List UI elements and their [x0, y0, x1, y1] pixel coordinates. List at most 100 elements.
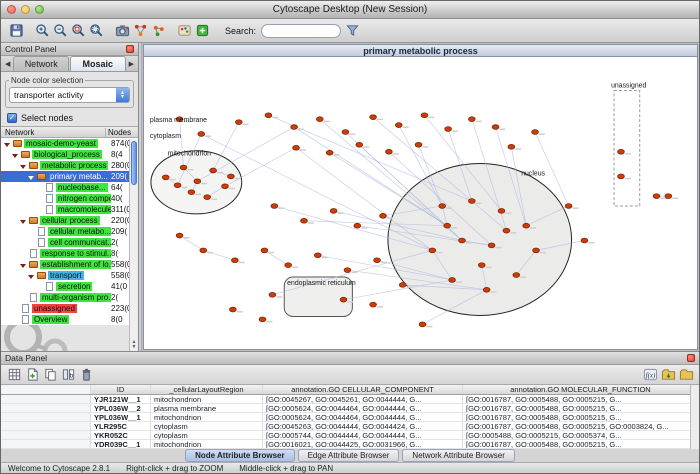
expand-triangle-icon[interactable]	[19, 218, 27, 224]
expand-triangle-icon[interactable]	[19, 163, 27, 169]
graph-node[interactable]	[488, 243, 495, 248]
graph-node[interactable]	[532, 130, 539, 135]
graph-node[interactable]	[478, 263, 485, 268]
column-header[interactable]: annotation.GO MOLECULAR_FUNCTION	[463, 385, 699, 394]
tree-row-unassigned[interactable]: unassigned223(0	[1, 303, 138, 314]
graph-node[interactable]	[468, 117, 475, 122]
graph-node[interactable]	[314, 253, 321, 258]
tab-mosaic[interactable]: Mosaic	[70, 56, 126, 71]
table-scrollbar[interactable]	[690, 385, 699, 449]
column-header-network[interactable]: Network	[1, 128, 106, 137]
first-neighbors-icon[interactable]	[131, 21, 149, 39]
zoom-fit-icon[interactable]	[87, 21, 105, 39]
import-table-icon[interactable]	[659, 365, 677, 383]
control-panel-close-icon[interactable]	[126, 45, 134, 53]
tab-network-attribute-browser[interactable]: Network Attribute Browser	[402, 449, 514, 462]
tree-row-overview[interactable]: Overview8(0	[1, 314, 138, 325]
graph-node[interactable]	[618, 149, 625, 154]
expand-triangle-icon[interactable]	[27, 273, 35, 279]
table-row[interactable]: YLR295Ccytoplasm[GO:0045263, GO:0044444,…	[1, 422, 699, 431]
graph-node[interactable]	[316, 117, 323, 122]
column-settings-icon[interactable]: b	[59, 365, 77, 383]
graph-node[interactable]	[293, 145, 300, 150]
column-header[interactable]: ID	[91, 385, 151, 394]
graph-edge[interactable]	[180, 236, 204, 251]
graph-node[interactable]	[340, 297, 347, 302]
graph-node[interactable]	[204, 195, 211, 200]
titlebar[interactable]: Cytoscape Desktop (New Session)	[1, 1, 699, 19]
column-header[interactable]: annotation.GO CELLULAR_COMPONENT	[263, 385, 463, 394]
graph-node[interactable]	[444, 223, 451, 228]
tree-row-establishment-of-lo[interactable]: establishment of lo...558(0	[1, 259, 138, 270]
zoom-selected-icon[interactable]	[69, 21, 87, 39]
tab-scroll-left-icon[interactable]: ◀	[3, 60, 12, 71]
table-row[interactable]: YPL036W__2plasma membrane[GO:0005624, GO…	[1, 404, 699, 413]
copy-attribute-icon[interactable]	[41, 365, 59, 383]
graph-node[interactable]	[194, 179, 201, 184]
tree-row-cell-communicat[interactable]: cell communicat...2(	[1, 237, 138, 248]
zoom-in-icon[interactable]	[33, 21, 51, 39]
graph-node[interactable]	[468, 199, 475, 204]
open-table-icon[interactable]	[677, 365, 695, 383]
graph-node[interactable]	[492, 125, 499, 130]
graph-node[interactable]	[429, 248, 436, 253]
graph-edge[interactable]	[294, 127, 447, 226]
tree-row-transport[interactable]: transport558(0	[1, 270, 138, 281]
graph-node[interactable]	[285, 263, 292, 268]
graph-node[interactable]	[370, 302, 377, 307]
graph-node[interactable]	[176, 233, 183, 238]
tab-node-attribute-browser[interactable]: Node Attribute Browser	[185, 449, 295, 462]
search-input[interactable]	[261, 24, 341, 38]
graph-node[interactable]	[370, 115, 377, 120]
chevron-updown-icon[interactable]: ▲▼	[116, 88, 129, 102]
graph-node[interactable]	[498, 209, 505, 214]
graph-node[interactable]	[210, 168, 217, 173]
graph-node[interactable]	[653, 194, 660, 199]
graph-node[interactable]	[265, 113, 272, 118]
select-nodes-checkbox[interactable]: ✓ Select nodes	[1, 110, 138, 126]
tree-row-cellular-process[interactable]: cellular process220(0	[1, 215, 138, 226]
graph-node[interactable]	[230, 307, 237, 312]
graph-node[interactable]	[415, 142, 422, 147]
close-window-button[interactable]	[7, 5, 16, 14]
graph-node[interactable]	[344, 268, 351, 273]
create-attribute-icon[interactable]	[23, 365, 41, 383]
graph-node[interactable]	[228, 174, 235, 179]
graph-edge[interactable]	[268, 115, 471, 201]
expand-triangle-icon[interactable]	[3, 141, 11, 147]
data-panel-close-icon[interactable]	[687, 354, 695, 362]
new-network-from-selection-icon[interactable]	[149, 21, 167, 39]
graph-node[interactable]	[421, 113, 428, 118]
expand-triangle-icon[interactable]	[27, 174, 35, 180]
tree-row-response-to-stimul[interactable]: response to stimul...8(	[1, 248, 138, 259]
tree-row-mosaic-demo-yeast[interactable]: mosaic-demo-yeast874(0	[1, 138, 138, 149]
tree-scrollbar[interactable]: ▲▼	[129, 139, 138, 351]
zoom-out-icon[interactable]	[51, 21, 69, 39]
graph-node[interactable]	[503, 228, 510, 233]
graph-node[interactable]	[439, 204, 446, 209]
filter-icon[interactable]	[343, 21, 361, 39]
save-session-icon[interactable]	[7, 21, 25, 39]
network-canvas[interactable]: plasma membranecytoplasmmitochondrionnuc…	[144, 57, 697, 349]
graph-node[interactable]	[533, 248, 540, 253]
graph-node[interactable]	[419, 322, 426, 327]
network-view-title[interactable]: primary metabolic process	[143, 44, 698, 57]
table-row[interactable]: YDR039C__1mitochondrion[GO:0016021, GO:0…	[1, 440, 699, 449]
graph-node[interactable]	[356, 142, 363, 147]
graph-node[interactable]	[330, 209, 337, 214]
vizmapper-icon[interactable]	[175, 21, 193, 39]
graph-node[interactable]	[565, 204, 572, 209]
graph-node[interactable]	[459, 238, 466, 243]
graph-node[interactable]	[449, 278, 456, 283]
tree-row-primary-metab[interactable]: primary metab...209(	[1, 171, 138, 182]
tab-network[interactable]: Network	[13, 56, 69, 71]
tab-scroll-right-icon[interactable]: ▶	[127, 60, 136, 71]
graph-node[interactable]	[200, 248, 207, 253]
table-row[interactable]: YJR121W__1mitochondrion[GO:0045267, GO:0…	[1, 395, 699, 404]
graph-node[interactable]	[269, 292, 276, 297]
graph-node[interactable]	[483, 287, 490, 292]
graph-node[interactable]	[399, 283, 406, 288]
graph-node[interactable]	[180, 165, 187, 170]
graph-node[interactable]	[198, 132, 205, 137]
graph-node[interactable]	[259, 317, 266, 322]
